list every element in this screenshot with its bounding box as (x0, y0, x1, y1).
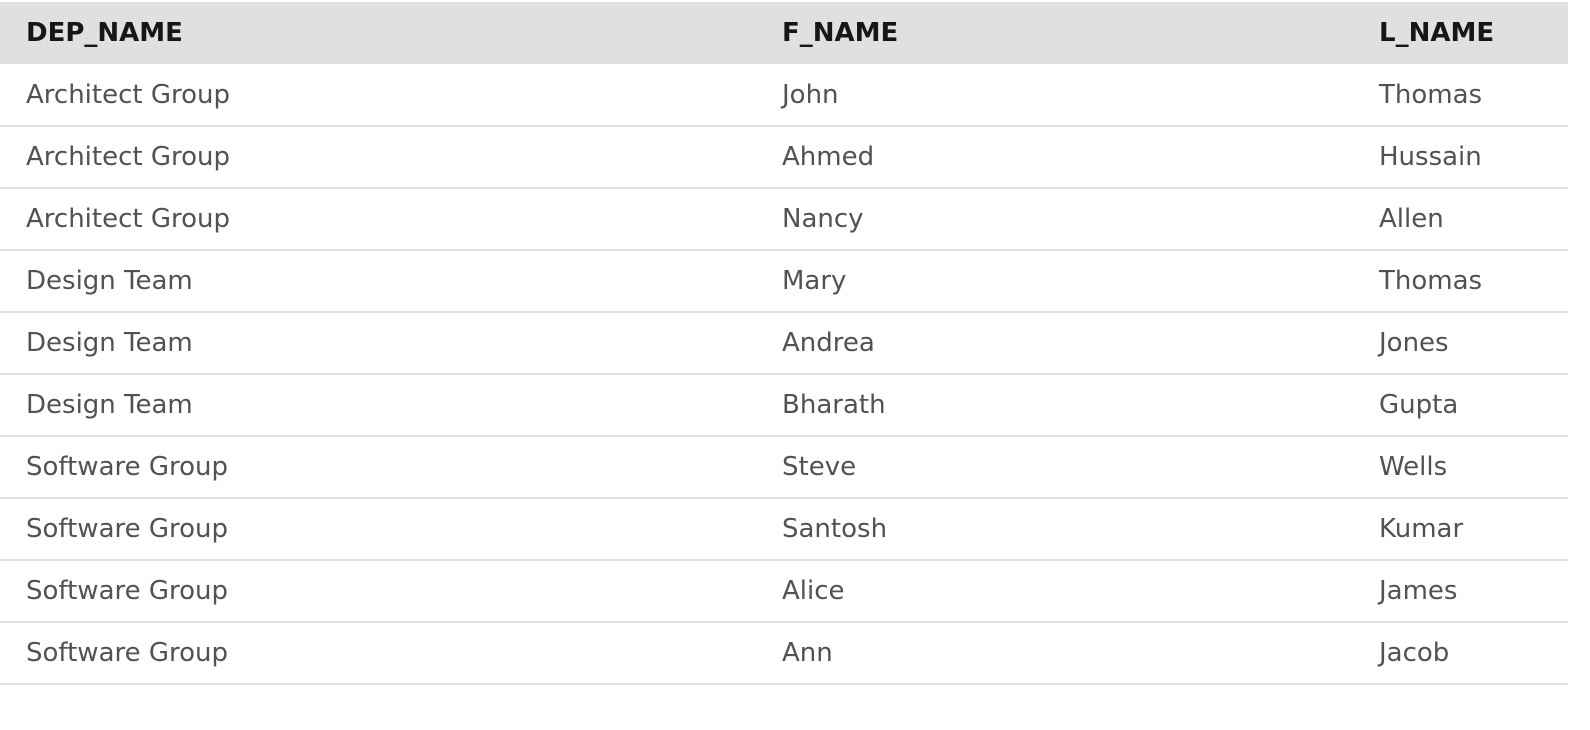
cell-l-name: Wells (1379, 452, 1448, 482)
table-header: DEP_NAME F_NAME L_NAME (0, 2, 1568, 64)
cell-f-name: Steve (782, 452, 857, 482)
cell-dep-name: Software Group (26, 576, 229, 606)
cell-dep-name: Software Group (26, 452, 229, 482)
cell-l-name: Kumar (1379, 514, 1464, 544)
table-row: Design Team Bharath Gupta (0, 374, 1568, 436)
cell-dep-name: Design Team (26, 390, 193, 420)
table-row: Architect Group Ahmed Hussain (0, 126, 1568, 188)
cell-f-name: Ahmed (782, 142, 875, 172)
cell-l-name: Allen (1379, 204, 1444, 234)
cell-l-name: Gupta (1379, 390, 1459, 420)
results-table: DEP_NAME F_NAME L_NAME Architect Group J… (0, 2, 1568, 685)
cell-l-name: James (1379, 576, 1458, 606)
table-row: Design Team Andrea Jones (0, 312, 1568, 374)
table-row: Architect Group John Thomas (0, 64, 1568, 126)
table-row: Architect Group Nancy Allen (0, 188, 1568, 250)
table-row: Software Group Steve Wells (0, 436, 1568, 498)
cell-f-name: Alice (782, 576, 845, 606)
cell-l-name: Jones (1379, 328, 1449, 358)
table-body: Architect Group John Thomas Architect Gr… (0, 64, 1568, 684)
results-table-container: DEP_NAME F_NAME L_NAME Architect Group J… (0, 0, 1568, 685)
cell-f-name: Bharath (782, 390, 886, 420)
column-header-l-name[interactable]: L_NAME (1354, 2, 1568, 64)
cell-l-name: Hussain (1379, 142, 1482, 172)
cell-f-name: Mary (782, 266, 847, 296)
cell-dep-name: Software Group (26, 514, 229, 544)
cell-f-name: Andrea (782, 328, 875, 358)
cell-dep-name: Architect Group (26, 142, 231, 172)
cell-dep-name: Design Team (26, 266, 193, 296)
cell-l-name: Jacob (1379, 638, 1450, 668)
cell-l-name: Thomas (1379, 79, 1483, 110)
header-row: DEP_NAME F_NAME L_NAME (0, 2, 1568, 64)
cell-dep-name: Design Team (26, 328, 193, 358)
column-header-dep-name[interactable]: DEP_NAME (0, 2, 757, 64)
table-row: Software Group Ann Jacob (0, 622, 1568, 684)
table-row: Design Team Mary Thomas (0, 250, 1568, 312)
table-row: Software Group Alice James (0, 560, 1568, 622)
cell-f-name: John (782, 79, 839, 110)
table-row: Software Group Santosh Kumar (0, 498, 1568, 560)
cell-dep-name: Architect Group (26, 204, 231, 234)
cell-f-name: Santosh (782, 514, 888, 544)
cell-l-name: Thomas (1379, 266, 1483, 296)
cell-f-name: Nancy (782, 204, 864, 234)
cell-dep-name: Architect Group (26, 79, 231, 110)
cell-f-name: Ann (782, 638, 833, 668)
cell-dep-name: Software Group (26, 638, 229, 668)
column-header-f-name[interactable]: F_NAME (757, 2, 1354, 64)
